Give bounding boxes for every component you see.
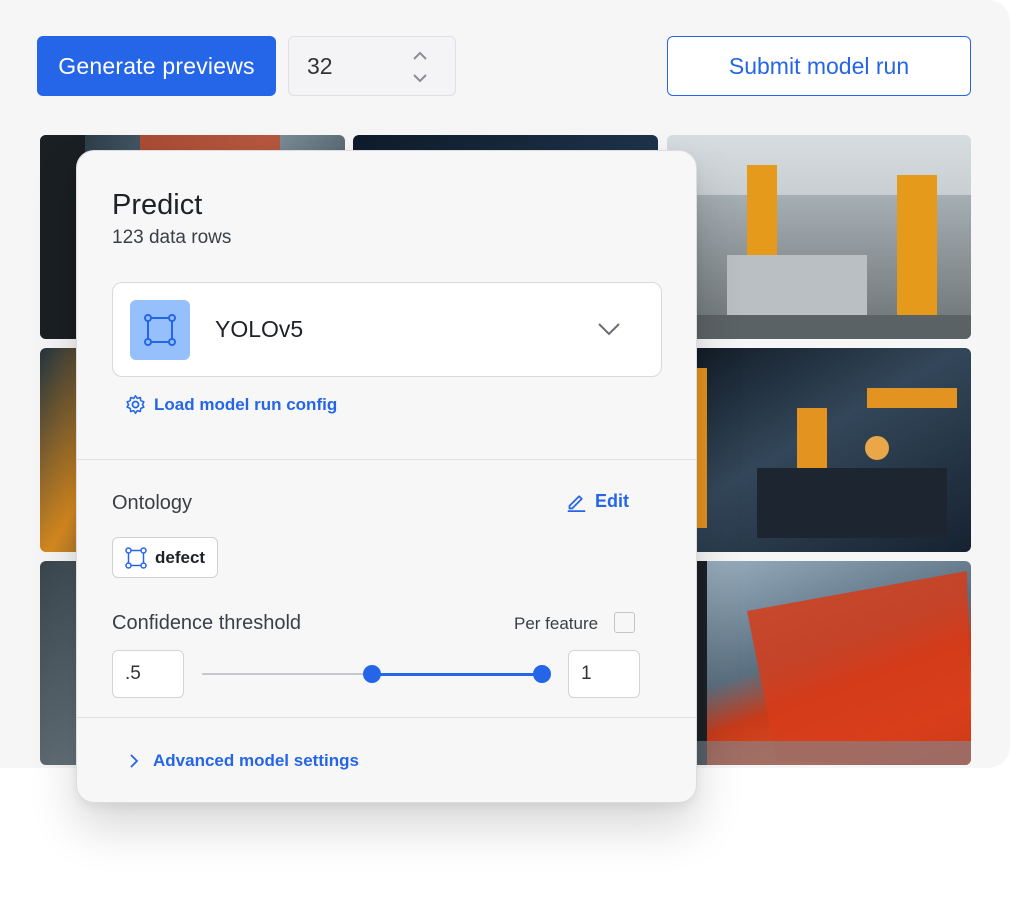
feature-name: defect: [155, 547, 206, 567]
ontology-label: Ontology: [112, 492, 193, 514]
threshold-slider-range: [372, 673, 542, 676]
advanced-model-settings-toggle[interactable]: Advanced model settings: [129, 751, 359, 771]
preview-image[interactable]: [667, 561, 971, 765]
bounding-box-icon: [144, 314, 176, 346]
generate-previews-button[interactable]: Generate previews: [37, 36, 276, 96]
edit-label: Edit: [595, 491, 629, 511]
ontology-feature-chip[interactable]: defect: [112, 537, 218, 578]
data-rows-count: 123 data rows: [112, 227, 232, 248]
panel-title: Predict: [112, 189, 203, 221]
selected-model-name: YOLOv5: [215, 316, 304, 342]
load-config-label: Load model run config: [154, 394, 338, 414]
gear-icon: [126, 394, 145, 415]
chevron-down-icon[interactable]: [597, 321, 621, 337]
load-model-run-config-link[interactable]: Load model run config: [125, 394, 337, 415]
threshold-min-input[interactable]: .5: [112, 650, 184, 698]
preview-count-stepper[interactable]: 32: [288, 36, 456, 96]
threshold-slider-min-handle[interactable]: [363, 665, 381, 683]
predict-panel: Predict 123 data rows YOLOv5 Load model …: [76, 150, 697, 803]
model-select[interactable]: YOLOv5: [112, 282, 662, 377]
edit-ontology-button[interactable]: Edit: [566, 491, 629, 512]
divider: [77, 459, 696, 460]
confidence-threshold-label: Confidence threshold: [112, 612, 302, 634]
divider: [77, 717, 696, 718]
threshold-max-input[interactable]: 1: [568, 650, 640, 698]
preview-image[interactable]: [667, 135, 971, 339]
per-feature-label: Per feature: [514, 614, 599, 633]
preview-count-value: 32: [307, 52, 333, 79]
per-feature-checkbox[interactable]: [614, 612, 635, 633]
bounding-box-icon: [125, 546, 147, 569]
chevron-right-icon: [130, 754, 139, 768]
model-icon: [130, 300, 190, 360]
pencil-icon: [567, 495, 586, 512]
stepper-arrows-icon[interactable]: [411, 49, 429, 85]
threshold-slider-max-handle[interactable]: [533, 665, 551, 683]
preview-image[interactable]: [667, 348, 971, 552]
advanced-label: Advanced model settings: [153, 751, 359, 770]
submit-model-run-button[interactable]: Submit model run: [667, 36, 971, 96]
